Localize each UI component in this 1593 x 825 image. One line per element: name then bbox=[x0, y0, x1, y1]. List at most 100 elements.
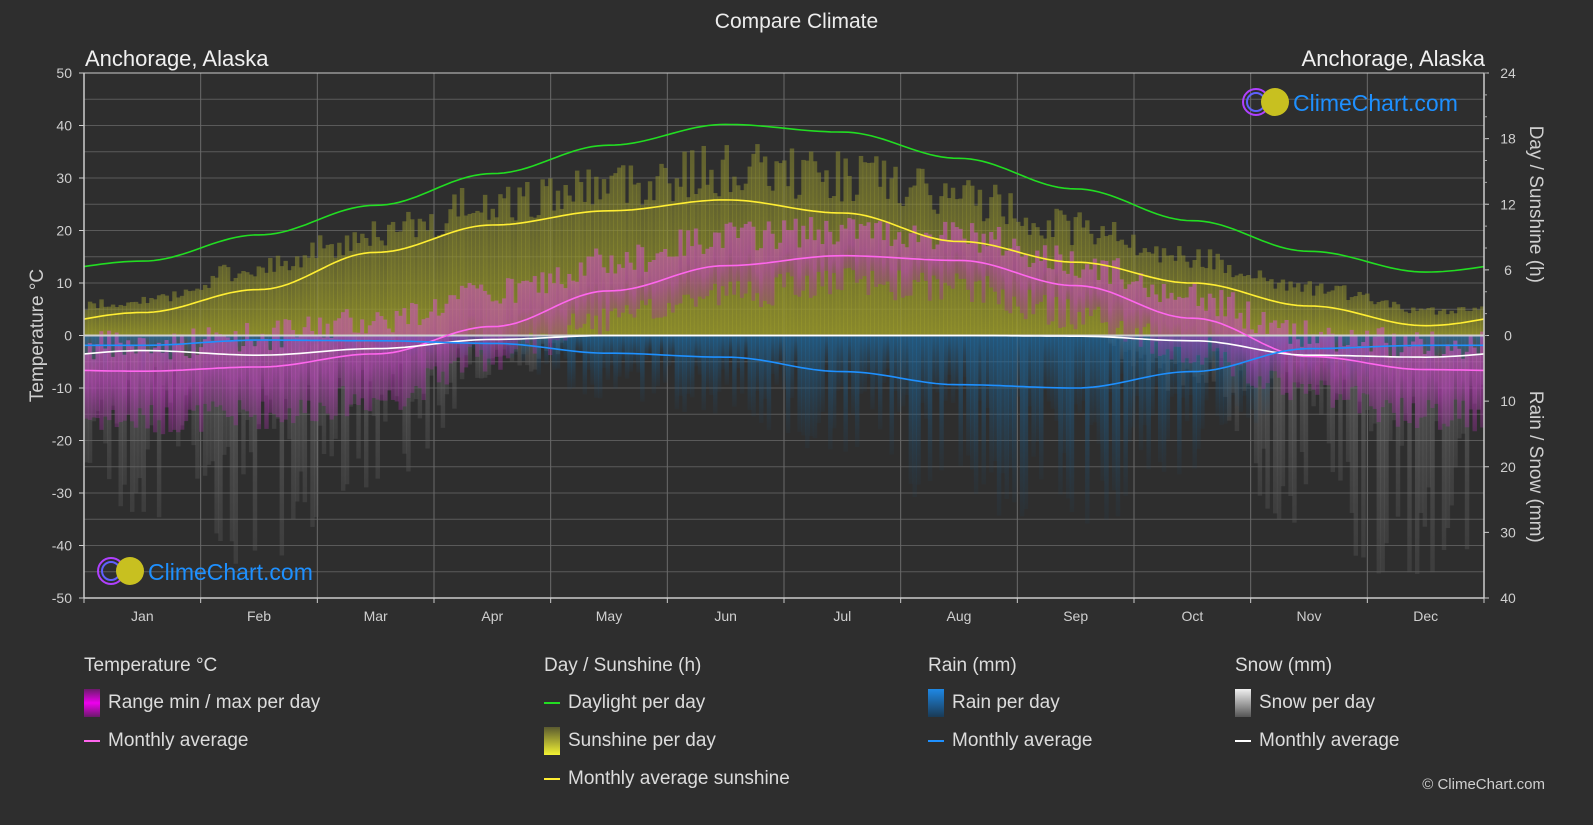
temp-range-bar bbox=[785, 230, 791, 273]
rain-bar bbox=[755, 335, 760, 391]
legend-item: Monthly average bbox=[1235, 729, 1399, 753]
month-label: Aug bbox=[947, 608, 972, 624]
temp-range-bar bbox=[1096, 279, 1102, 307]
temp-range-bar bbox=[1330, 333, 1336, 408]
rain-bar bbox=[644, 335, 649, 361]
temp-range-bar bbox=[398, 315, 403, 410]
sunshine-bar bbox=[110, 304, 116, 336]
rain-bar bbox=[912, 335, 917, 497]
temp-range-bar bbox=[95, 344, 100, 419]
rain-bar bbox=[678, 335, 683, 396]
rain-bar bbox=[1100, 335, 1105, 481]
temp-range-bar bbox=[490, 301, 496, 365]
sunshine-bar bbox=[720, 159, 726, 336]
rain-swatch bbox=[928, 689, 944, 717]
rain-bar bbox=[947, 335, 952, 376]
temp-range-bar bbox=[1000, 255, 1006, 290]
right-axis-title-mm: Rain / Snow (mm) bbox=[1525, 391, 1546, 543]
rain-bar bbox=[1016, 335, 1021, 397]
temp-range-bar bbox=[387, 328, 392, 391]
sunshine-bar bbox=[260, 267, 265, 336]
left-axis-title: Temperature °C bbox=[27, 269, 48, 402]
temp-range-bar bbox=[597, 254, 603, 336]
temp-range-bar bbox=[563, 288, 568, 341]
rain-bar bbox=[613, 335, 618, 389]
temp-range-bar bbox=[828, 231, 833, 295]
legend-item: Sunshine per day bbox=[544, 727, 790, 755]
sunshine-bar bbox=[1430, 307, 1435, 336]
temp-range-bar bbox=[1472, 347, 1477, 432]
rain-bar bbox=[1004, 335, 1009, 499]
temp-range-bar bbox=[176, 344, 181, 433]
temp-range-bar bbox=[1161, 283, 1167, 355]
rain-bar bbox=[187, 335, 192, 354]
temp-range-bar bbox=[812, 240, 818, 296]
sunshine-bar bbox=[1460, 307, 1466, 336]
sunshine-bar bbox=[222, 264, 227, 336]
rain-bar bbox=[1058, 335, 1063, 495]
legend-label: Monthly average bbox=[952, 730, 1093, 751]
temp-range-bar bbox=[943, 221, 948, 283]
temp-range-bar bbox=[279, 347, 285, 423]
temp-range-bar bbox=[103, 348, 108, 417]
temp-range-bar bbox=[1292, 323, 1297, 383]
sunshine-bar bbox=[145, 303, 150, 336]
sunshine-bar bbox=[701, 145, 706, 336]
rain-bar bbox=[601, 335, 607, 368]
temp-range-bar bbox=[1368, 351, 1374, 407]
rain-bar bbox=[590, 335, 595, 385]
rain-bar bbox=[927, 335, 933, 482]
rain-bar bbox=[620, 335, 626, 360]
temp-range-bar bbox=[1338, 334, 1343, 395]
temp-range-bar bbox=[870, 238, 875, 271]
watermark-logo-bottom: ClimeChart.com bbox=[97, 557, 313, 585]
rain-bar bbox=[831, 335, 837, 429]
temp-range-bar bbox=[605, 272, 611, 332]
temp-range-bar bbox=[360, 319, 365, 399]
sunshine-bar bbox=[1441, 309, 1447, 336]
temp-range-bar bbox=[1169, 292, 1174, 360]
sunshine-bar bbox=[153, 299, 158, 336]
temp-range-bar bbox=[256, 340, 262, 430]
rain-bar bbox=[1046, 335, 1052, 402]
rain-bar bbox=[743, 335, 749, 355]
temp-range-bar bbox=[874, 223, 879, 287]
temp-range-bar bbox=[1150, 284, 1155, 354]
temp-range-bar bbox=[540, 272, 545, 334]
temp-range-bar bbox=[494, 300, 499, 357]
temp-range-bar bbox=[149, 353, 154, 406]
temp-range-bar bbox=[762, 230, 768, 301]
legend-label: Monthly average sunshine bbox=[568, 768, 790, 789]
right-tick-label-mm: 10 bbox=[1500, 393, 1516, 409]
sunshine-bar bbox=[1391, 301, 1397, 336]
rain-bar bbox=[1073, 335, 1079, 405]
rain-bar bbox=[268, 335, 273, 350]
sunshine-bar bbox=[1322, 293, 1328, 336]
rain-bar bbox=[897, 335, 902, 412]
temp-range-bar bbox=[682, 255, 687, 295]
sunshine-bar bbox=[1288, 281, 1293, 336]
rain-bar bbox=[824, 335, 829, 365]
temp-range-bar bbox=[133, 353, 139, 428]
rain-bar bbox=[1039, 335, 1044, 480]
snow-swatch bbox=[1235, 689, 1251, 717]
sunshine-bar bbox=[264, 272, 269, 336]
temp-range-bar bbox=[498, 303, 503, 370]
temp-range-bar bbox=[667, 256, 672, 303]
temp-range-bar bbox=[663, 248, 668, 317]
sunshine-bar bbox=[187, 291, 192, 336]
sunshine-avg-swatch bbox=[544, 778, 560, 780]
sunshine-bar bbox=[1265, 281, 1270, 336]
temp-range-bar bbox=[947, 239, 952, 286]
rain-bar bbox=[1165, 335, 1171, 440]
temp-range-bar bbox=[1265, 333, 1270, 384]
sunshine-bar bbox=[279, 266, 285, 336]
temp-range-bar bbox=[843, 228, 848, 269]
temp-range-bar bbox=[467, 283, 472, 347]
rain-bar bbox=[931, 335, 937, 390]
rain-bar bbox=[252, 335, 258, 348]
sunshine-bar bbox=[176, 297, 181, 336]
left-tick-label: -10 bbox=[52, 380, 72, 396]
temp-range-bar bbox=[225, 337, 231, 417]
rain-bar bbox=[1035, 335, 1040, 442]
